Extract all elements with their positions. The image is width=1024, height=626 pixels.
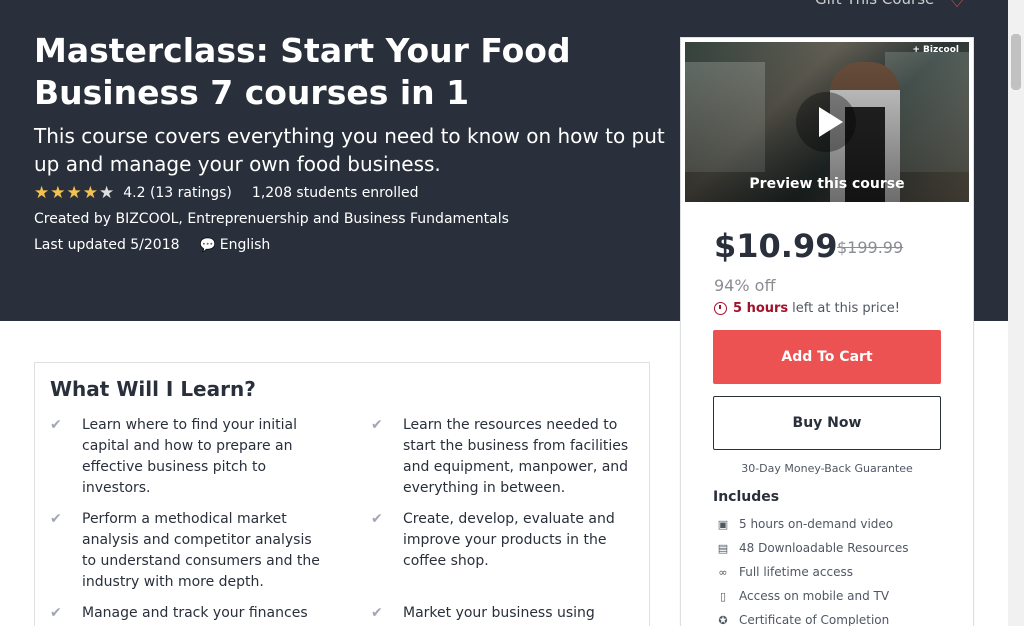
- learn-item-text: Learn where to find your initial capital…: [82, 417, 297, 496]
- preview-label: Preview this course: [749, 176, 905, 192]
- certificate-icon: ✪: [718, 613, 728, 626]
- wishlist-heart-icon[interactable]: ♡: [948, 0, 970, 12]
- sale-timer: 5 hours left at this price!: [714, 301, 900, 316]
- money-back-guarantee: 30-Day Money-Back Guarantee: [741, 462, 913, 475]
- discount-label: 94% off: [714, 276, 776, 295]
- includes-item-label: 5 hours on-demand video: [739, 517, 894, 531]
- mobile-icon: ▯: [719, 589, 727, 603]
- includes-title: Includes: [713, 489, 780, 505]
- purchase-sidebar: + Bizcool Preview this course $10.99 $19…: [680, 37, 974, 626]
- includes-item: ∞ Full lifetime access: [715, 560, 909, 584]
- created-by[interactable]: Created by BIZCOOL, Entreprenuership and…: [34, 211, 509, 227]
- enrolled-count: 1,208 students enrolled: [251, 185, 419, 201]
- learn-item: ✔ Create, develop, evaluate and improve …: [371, 509, 651, 572]
- rating-row: ★★★★★ 4.2 (13 ratings) 1,208 students en…: [34, 183, 418, 203]
- infinity-icon: ∞: [718, 565, 728, 579]
- rating-count[interactable]: (13 ratings): [150, 185, 232, 201]
- course-preview-video[interactable]: + Bizcool Preview this course: [685, 42, 969, 202]
- check-icon: ✔: [371, 511, 383, 527]
- learn-item: ✔ Market your business using: [371, 603, 651, 624]
- check-icon: ✔: [371, 417, 383, 433]
- gift-course-link[interactable]: Gift This Course: [815, 0, 934, 8]
- video-icon: ▣: [717, 517, 729, 531]
- course-subtitle: This course covers everything you need t…: [34, 124, 665, 176]
- includes-item-label: Full lifetime access: [739, 565, 853, 579]
- last-updated: Last updated 5/2018: [34, 237, 180, 253]
- buy-now-button[interactable]: Buy Now: [713, 396, 941, 450]
- learn-item: ✔ Learn where to find your initial capit…: [50, 415, 330, 499]
- language-label: English: [219, 237, 271, 253]
- add-to-cart-button[interactable]: Add To Cart: [713, 330, 941, 384]
- check-icon: ✔: [50, 511, 62, 527]
- includes-item-label: Access on mobile and TV: [739, 589, 890, 603]
- what-will-i-learn-box: What Will I Learn? ✔ Learn where to find…: [34, 362, 650, 626]
- check-icon: ✔: [50, 417, 62, 433]
- timer-hours: 5 hours: [733, 301, 789, 316]
- learn-item: ✔ Perform a methodical market analysis a…: [50, 509, 330, 593]
- includes-item-label: Certificate of Completion: [739, 613, 890, 626]
- includes-item: ✪ Certificate of Completion: [715, 608, 909, 626]
- play-icon[interactable]: [796, 92, 856, 152]
- learn-item: ✔ Learn the resources needed to start th…: [371, 415, 651, 499]
- stopwatch-icon: [714, 302, 727, 315]
- learn-item-text: Perform a methodical market analysis and…: [82, 511, 320, 590]
- learn-item-text: Manage and track your finances: [82, 605, 308, 621]
- original-price: $199.99: [837, 238, 904, 257]
- meta-row: Last updated 5/2018 💬 English: [34, 237, 270, 253]
- includes-item: ▤ 48 Downloadable Resources: [715, 536, 909, 560]
- includes-item: ▣ 5 hours on-demand video: [715, 512, 909, 536]
- learn-item: ✔ Manage and track your finances: [50, 603, 330, 624]
- check-icon: ✔: [50, 605, 62, 621]
- speech-bubble-icon: 💬: [199, 237, 216, 253]
- rating-value: 4.2: [123, 185, 146, 201]
- current-price: $10.99: [714, 227, 838, 265]
- preview-logo: + Bizcool: [912, 45, 959, 55]
- includes-list: ▣ 5 hours on-demand video ▤ 48 Downloadabl…: [715, 512, 909, 626]
- learn-item-text: Market your business using: [403, 605, 595, 621]
- file-icon: ▤: [717, 541, 729, 555]
- scrollbar-thumb[interactable]: [1011, 34, 1021, 90]
- learn-item-text: Learn the resources needed to start the …: [403, 417, 629, 496]
- language-info: 💬 English: [200, 237, 271, 253]
- page-scrollbar[interactable]: [1008, 0, 1024, 626]
- learn-item-text: Create, develop, evaluate and improve yo…: [403, 511, 615, 569]
- learn-title: What Will I Learn?: [50, 377, 256, 401]
- timer-text: left at this price!: [792, 301, 900, 316]
- rating-stars-icon: ★★★★★: [34, 183, 116, 203]
- course-title: Masterclass: Start Your Food Business 7 …: [34, 31, 571, 112]
- check-icon: ✔: [371, 605, 383, 621]
- includes-item-label: 48 Downloadable Resources: [739, 541, 909, 555]
- includes-item: ▯ Access on mobile and TV: [715, 584, 909, 608]
